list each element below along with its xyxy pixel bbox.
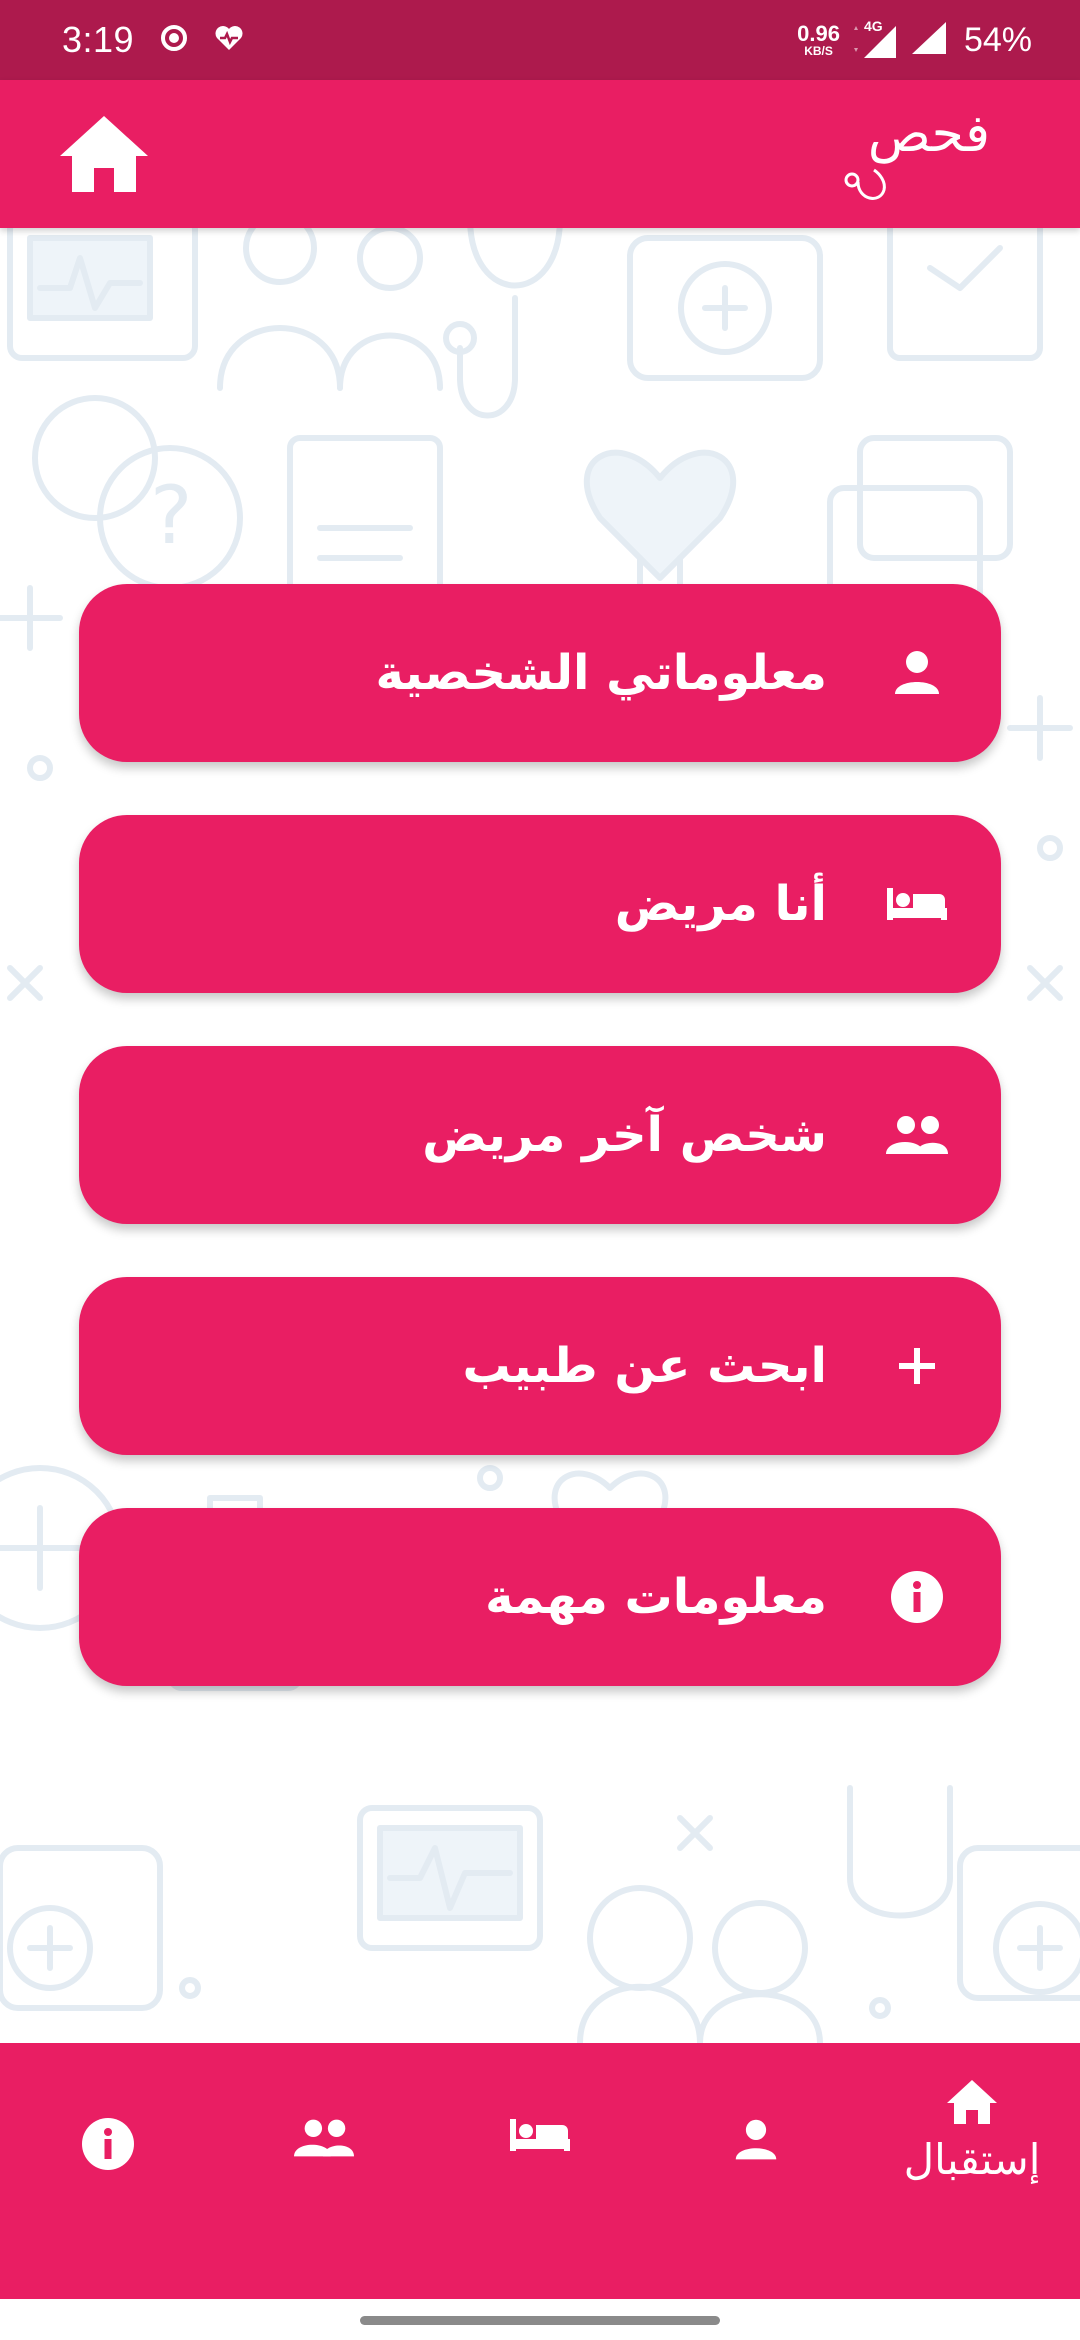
gesture-handle[interactable] — [360, 2316, 720, 2325]
svg-text:?: ? — [150, 469, 192, 562]
people-icon — [885, 1103, 949, 1167]
network-speed: 0.96 KB/S — [797, 21, 840, 58]
my-profile-button[interactable]: معلوماتي الشخصية — [79, 584, 1001, 762]
someone-else-patient-label: شخص آخر مريض — [422, 1107, 827, 1163]
person-icon — [885, 641, 949, 705]
nav-item-home-label: إستقبال — [903, 2135, 1041, 2184]
status-bar: 3:19 0.96 KB/S 4G 54% — [0, 0, 1080, 80]
app-logo-text: فحص — [867, 104, 990, 164]
signal-icon — [908, 20, 948, 61]
app-logo: فحص — [840, 100, 990, 210]
status-left: 3:19 — [62, 19, 244, 61]
nav-item-patient[interactable] — [432, 2043, 648, 2299]
people-icon — [294, 2119, 354, 2157]
nav-item-other-patient[interactable] — [216, 2043, 432, 2299]
bed-icon — [510, 2119, 570, 2151]
main-menu: معلوماتي الشخصية أنا مريض شخص آخر مريض ا… — [79, 584, 1001, 1686]
health-heart-icon — [214, 24, 244, 57]
my-profile-label: معلوماتي الشخصية — [375, 645, 827, 701]
person-icon — [735, 2119, 777, 2160]
find-doctor-button[interactable]: ابحث عن طبيب — [79, 1277, 1001, 1455]
bottom-navigation: إستقبال — [0, 2043, 1080, 2299]
record-icon — [160, 24, 188, 57]
bed-icon — [885, 872, 949, 936]
signal-4g-icon: 4G — [850, 18, 898, 60]
home-icon — [60, 116, 148, 192]
nav-item-info[interactable] — [0, 2043, 216, 2299]
system-gesture-area — [0, 2299, 1080, 2340]
find-doctor-label: ابحث عن طبيب — [462, 1338, 828, 1394]
plus-icon — [885, 1334, 949, 1398]
nav-item-home[interactable]: إستقبال — [864, 2043, 1080, 2299]
app-bar: فحص — [0, 80, 1080, 228]
nav-item-profile[interactable] — [648, 2043, 864, 2299]
info-icon — [885, 1565, 949, 1629]
i-am-patient-button[interactable]: أنا مريض — [79, 815, 1001, 993]
someone-else-patient-button[interactable]: شخص آخر مريض — [79, 1046, 1001, 1224]
important-info-label: معلومات مهمة — [485, 1569, 827, 1625]
battery-percent: 54% — [963, 20, 1032, 59]
network-speed-unit: KB/S — [804, 44, 833, 58]
home-button[interactable] — [58, 114, 150, 194]
status-right: 0.96 KB/S 4G 54% — [797, 18, 1032, 61]
network-type: 4G — [863, 18, 883, 34]
stethoscope-icon — [844, 168, 886, 200]
home-icon — [947, 2080, 997, 2124]
network-speed-value: 0.96 — [797, 21, 840, 46]
i-am-patient-label: أنا مريض — [614, 876, 827, 932]
info-icon — [82, 2118, 134, 2170]
important-info-button[interactable]: معلومات مهمة — [79, 1508, 1001, 1686]
status-time: 3:19 — [62, 19, 135, 60]
